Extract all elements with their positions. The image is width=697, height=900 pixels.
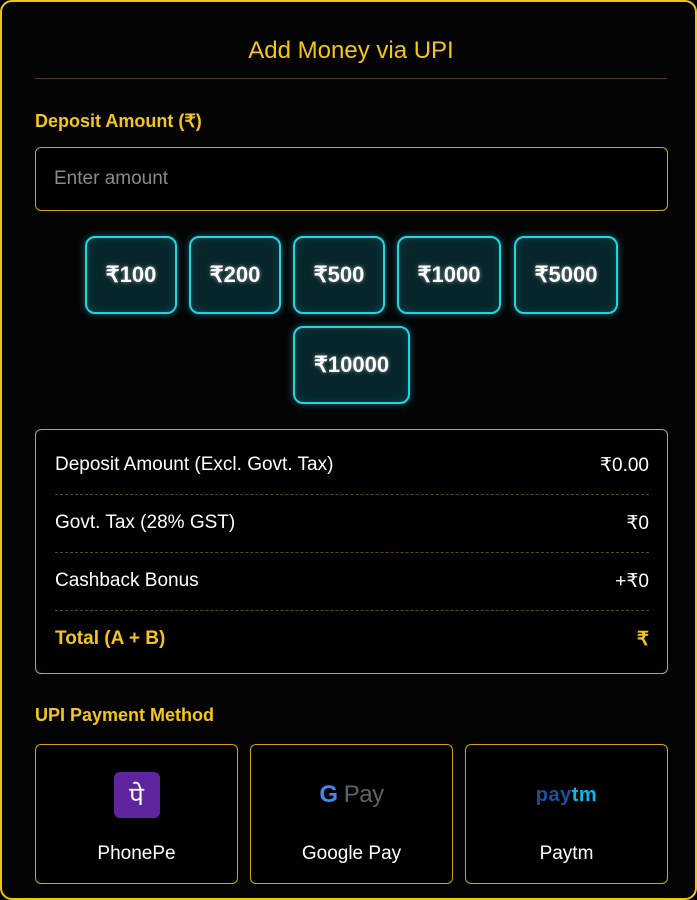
add-money-card: Add Money via UPI Deposit Amount (₹) ₹10… bbox=[0, 0, 697, 900]
summary-value: ₹0.00 bbox=[599, 454, 649, 476]
title-divider bbox=[35, 78, 667, 79]
payment-option-phonepe[interactable]: पे PhonePe bbox=[35, 744, 238, 884]
preset-200-button[interactable]: ₹200 bbox=[189, 236, 281, 314]
preset-10000-button[interactable]: ₹10000 bbox=[293, 326, 410, 404]
amount-input[interactable] bbox=[35, 147, 668, 211]
deposit-amount-label: Deposit Amount (₹) bbox=[35, 111, 202, 131]
preset-500-button[interactable]: ₹500 bbox=[293, 236, 385, 314]
payment-method-label: UPI Payment Method bbox=[35, 705, 215, 725]
summary-value: ₹0 bbox=[626, 512, 649, 534]
payment-option-label: PhonePe bbox=[97, 843, 176, 864]
payment-option-google-pay[interactable]: G Pay Google Pay bbox=[250, 744, 453, 884]
summary-label: Govt. Tax (28% GST) bbox=[55, 512, 236, 533]
preset-1000-button[interactable]: ₹1000 bbox=[397, 236, 501, 314]
preset-5000-button[interactable]: ₹5000 bbox=[514, 236, 618, 314]
preset-100-button[interactable]: ₹100 bbox=[85, 236, 177, 314]
summary-row-deposit: Deposit Amount (Excl. Govt. Tax) ₹0.00 bbox=[55, 436, 649, 494]
total-label: Total (A + B) bbox=[55, 628, 166, 649]
summary-row-tax: Govt. Tax (28% GST) ₹0 bbox=[55, 494, 649, 552]
google-pay-logo-icon: G Pay bbox=[319, 781, 384, 808]
page-title: Add Money via UPI bbox=[248, 37, 454, 64]
phonepe-logo-icon: पे bbox=[113, 772, 160, 818]
summary-label: Deposit Amount (Excl. Govt. Tax) bbox=[55, 454, 334, 475]
total-value: ₹ bbox=[636, 628, 649, 650]
paytm-logo-icon: paytm bbox=[535, 783, 598, 806]
summary-value: +₹0 bbox=[615, 570, 649, 592]
amount-summary: Deposit Amount (Excl. Govt. Tax) ₹0.00 G… bbox=[35, 429, 668, 674]
summary-label: Cashback Bonus bbox=[55, 570, 199, 591]
summary-row-total: Total (A + B) ₹ bbox=[55, 610, 649, 668]
payment-option-paytm[interactable]: paytm Paytm bbox=[465, 744, 668, 884]
payment-option-label: Google Pay bbox=[301, 843, 402, 864]
summary-row-cashback: Cashback Bonus +₹0 bbox=[55, 552, 649, 610]
payment-option-label: Paytm bbox=[539, 843, 594, 864]
